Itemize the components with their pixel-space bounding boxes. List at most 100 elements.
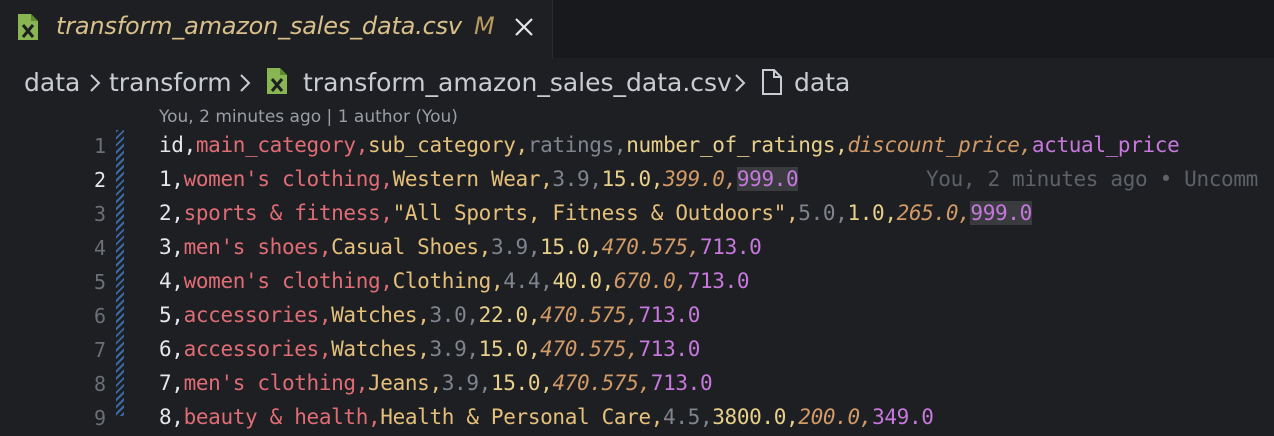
editor[interactable]: 1 id,main_category,sub_category,ratings,n… (0, 130, 1274, 430)
csv-cell: 22.0 (478, 303, 529, 327)
line-number: 6 (93, 304, 106, 328)
csv-cell: 2 (159, 201, 172, 225)
breadcrumb-item-transform[interactable]: transform (109, 68, 232, 97)
csv-delimiter: , (183, 133, 197, 157)
csv-delimiter: , (515, 133, 529, 157)
csv-delimiter: , (589, 167, 602, 191)
line-number: 5 (93, 270, 106, 294)
csv-cell: Watches (331, 337, 418, 361)
code-line[interactable]: 5 4,women's clothing,Clothing,4.4,40.0,67… (0, 266, 1274, 300)
editor-tab-active[interactable]: transform_amazon_sales_data.csv M (0, 0, 553, 58)
csv-delimiter: , (380, 269, 393, 293)
csv-delimiter: , (417, 303, 430, 327)
line-number: 1 (93, 134, 106, 158)
code-line[interactable]: 4 3,men's shoes,Casual Shoes,3.9,15.0,470… (0, 232, 1274, 266)
csv-cell: 3.9 (490, 235, 528, 259)
csv-row: 2,sports & fitness,"All Sports, Fitness … (159, 201, 1032, 225)
csv-delimiter: , (429, 371, 442, 395)
chevron-right-icon (236, 71, 254, 100)
csv-cell: 713.0 (638, 337, 701, 361)
csv-cell: discount_price (847, 133, 1020, 157)
line-number: 9 (93, 406, 106, 430)
code-line[interactable]: 3 2,sports & fitness,"All Sports, Fitness… (0, 198, 1274, 232)
csv-row: 6,accessories,Watches,3.9,15.0,470.575,7… (159, 337, 700, 361)
csv-cell: 713.0 (650, 371, 713, 395)
csv-cell: 4.5 (663, 405, 700, 429)
csv-delimiter: , (318, 303, 332, 327)
csv-delimiter: , (1019, 133, 1033, 157)
csv-delimiter: , (478, 235, 492, 259)
csv-delimiter: , (540, 269, 553, 293)
code-line[interactable]: 7 6,accessories,Watches,3.9,15.0,470.575,… (0, 334, 1274, 368)
csv-cell: Clothing (392, 269, 492, 293)
csv-delimiter: , (687, 235, 701, 259)
csv-cell: women's clothing (183, 167, 381, 191)
csv-delimiter: , (835, 201, 848, 225)
csv-delimiter: , (171, 303, 184, 327)
csv-cell: 349.0 (872, 405, 934, 429)
csv-delimiter: , (318, 235, 332, 259)
breadcrumb-item-symbol[interactable]: data (794, 68, 850, 97)
csv-cell: 399.0 (663, 167, 725, 191)
csv-delimiter: , (527, 303, 541, 327)
code-line[interactable]: 2 1,women's clothing,Western Wear,3.9,15.… (0, 164, 1274, 198)
csv-file-icon (15, 13, 41, 45)
line-number: 4 (93, 236, 106, 260)
csv-delimiter: , (835, 133, 848, 157)
line-number: 2 (93, 168, 106, 192)
csv-delimiter: , (380, 201, 393, 225)
csv-delimiter: , (171, 201, 184, 225)
csv-cell: women's clothing (183, 269, 381, 293)
modified-indicator: M (474, 12, 495, 40)
csv-cell: 265.0 (896, 201, 959, 225)
csv-cell: 15.0 (490, 371, 541, 395)
csv-cell: accessories (183, 337, 320, 361)
tab-bar: transform_amazon_sales_data.csv M (0, 0, 1274, 58)
csv-cell: 470.575 (552, 371, 639, 395)
csv-delimiter: , (626, 303, 639, 327)
code-line[interactable]: 8 7,men's clothing,Jeans,3.9,15.0,470.575… (0, 368, 1274, 402)
csv-delimiter: , (626, 337, 639, 361)
csv-delimiter: , (650, 167, 664, 191)
csv-cell: 713.0 (699, 235, 762, 259)
code-line[interactable]: 9 8,beauty & health,Health & Personal Car… (0, 402, 1274, 436)
csv-delimiter: , (613, 133, 627, 157)
csv-cell: Health & Personal Care (380, 405, 651, 429)
csv-cell: 470.575 (601, 235, 688, 259)
csv-delimiter: , (355, 133, 369, 157)
csv-delimiter: , (478, 371, 492, 395)
csv-delimiter: , (318, 337, 332, 361)
code-line[interactable]: 6 5,accessories,Watches,3.0,22.0,470.575,… (0, 300, 1274, 334)
line-number: 3 (93, 202, 106, 226)
csv-delimiter: , (699, 405, 713, 429)
csv-cell: 15.0 (478, 337, 529, 361)
csv-cell: 4.4 (503, 269, 541, 293)
csv-delimiter: , (884, 201, 897, 225)
breadcrumb-item-file[interactable]: transform_amazon_sales_data.csv (303, 68, 732, 97)
csv-delimiter: , (171, 269, 184, 293)
csv-cell: 15.0 (540, 235, 590, 259)
csv-cell: 5.0 (798, 201, 836, 225)
csv-cell: 470.575 (540, 337, 627, 361)
csv-cell: Watches (331, 303, 418, 327)
close-icon[interactable] (510, 13, 538, 41)
csv-delimiter: , (417, 337, 430, 361)
breadcrumb-item-data[interactable]: data (24, 68, 80, 97)
csv-delimiter: , (490, 269, 504, 293)
csv-delimiter: , (171, 371, 184, 395)
code-line[interactable]: 1 id,main_category,sub_category,ratings,n… (0, 130, 1274, 164)
csv-cell: 200.0 (798, 405, 860, 429)
csv-delimiter: , (171, 405, 184, 429)
csv-cell: 40.0 (552, 269, 602, 293)
csv-cell: 3.9 (441, 371, 479, 395)
csv-delimiter: , (540, 167, 553, 191)
csv-cell: 15.0 (601, 167, 652, 191)
csv-delimiter: , (675, 269, 688, 293)
csv-delimiter: , (355, 371, 369, 395)
csv-cell: 8 (159, 405, 172, 429)
csv-cell: 4 (159, 269, 172, 293)
codelens-blame[interactable]: You, 2 minutes ago | 1 author (You) (159, 107, 458, 127)
csv-delimiter: , (466, 303, 479, 327)
csv-delimiter: , (785, 201, 799, 225)
csv-cell: 3800.0 (712, 405, 786, 429)
